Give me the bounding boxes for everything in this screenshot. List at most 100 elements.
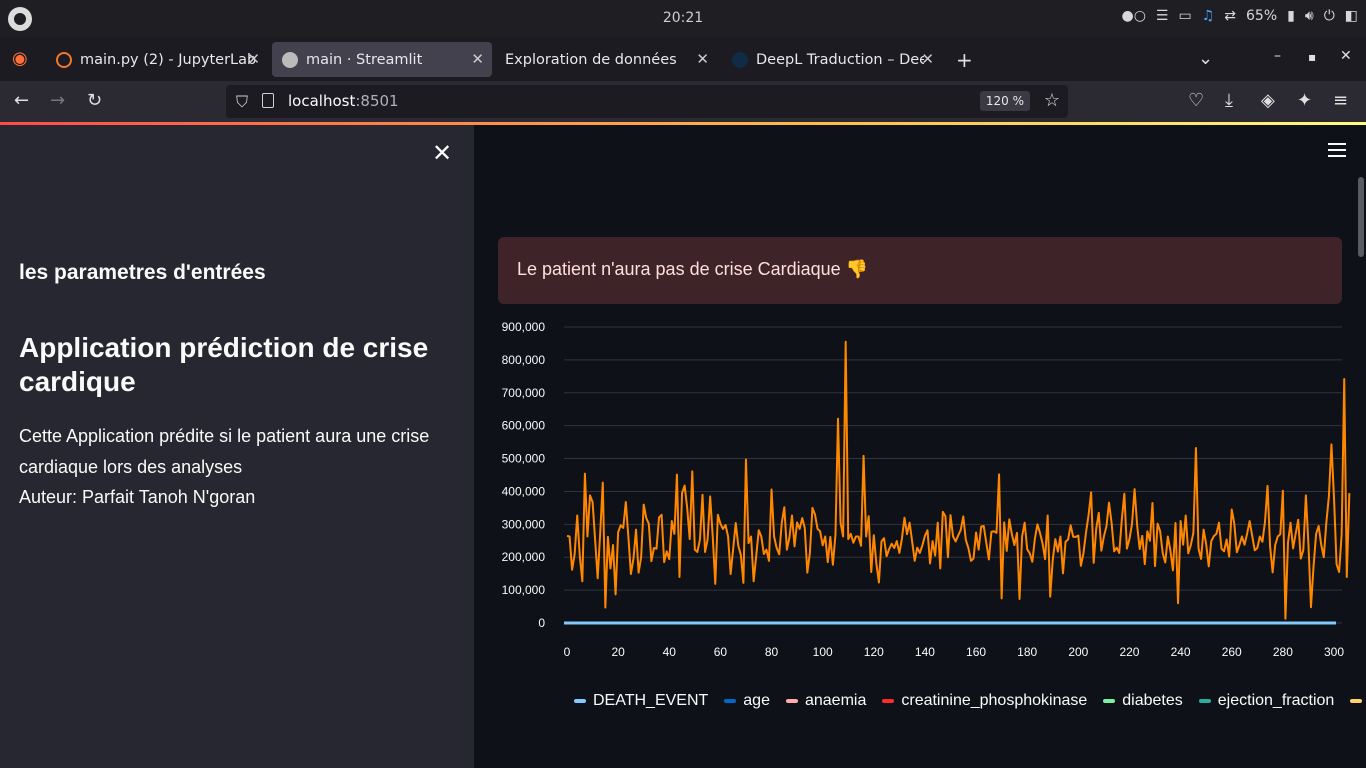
series-line-platelets xyxy=(566,340,1351,620)
url-text[interactable]: localhost:8501 xyxy=(288,92,399,110)
y-tick-label: 200,000 xyxy=(502,550,546,564)
legend-item[interactable] xyxy=(1350,692,1366,710)
menu-icon[interactable]: ☰ xyxy=(1156,8,1169,24)
x-tick-label: 160 xyxy=(966,645,986,659)
panel-collapse-icon[interactable]: ◧ xyxy=(1345,8,1358,24)
system-tray: ●○ ☰ ▭ ♫ ⇄ 65% ▮ 🔊︎ ⏻ ◧ xyxy=(1121,8,1358,24)
x-tick-label: 120 xyxy=(864,645,884,659)
minimize-icon[interactable]: – xyxy=(1274,48,1281,64)
x-tick-label: 20 xyxy=(611,645,625,659)
list-tabs-icon[interactable]: ⌄ xyxy=(1198,48,1213,69)
legend-swatch xyxy=(574,699,586,703)
app-menu-icon[interactable]: ≡ xyxy=(1333,90,1348,111)
legend-item[interactable]: DEATH_EVENT xyxy=(574,692,708,710)
x-tick-label: 40 xyxy=(663,645,677,659)
app-description: Cette Application prédite si le patient … xyxy=(19,421,459,513)
tab-label: DeepL Traduction – DeepL xyxy=(756,51,924,68)
y-tick-label: 100,000 xyxy=(502,583,546,597)
legend-label: creatinine_phosphokinase xyxy=(901,692,1088,709)
tab-deepl[interactable]: DeepL Traduction – DeepL ✕ xyxy=(722,42,942,77)
battery-icon[interactable]: ▮ xyxy=(1287,8,1295,24)
pocket-icon[interactable]: ♡ xyxy=(1188,90,1204,111)
workspace-indicator-icon[interactable]: ●○ xyxy=(1121,8,1145,24)
tab-close-icon[interactable]: ✕ xyxy=(921,50,934,68)
shield-icon[interactable]: ⛉ xyxy=(236,92,248,112)
legend-item[interactable]: anaemia xyxy=(785,692,866,710)
extension-off-icon[interactable]: ◈ xyxy=(1261,90,1275,111)
x-tick-label: 300 xyxy=(1324,645,1344,659)
y-tick-label: 700,000 xyxy=(502,386,546,400)
x-tick-label: 80 xyxy=(765,645,779,659)
legend-label: diabetes xyxy=(1122,692,1183,709)
legend-swatch xyxy=(1103,699,1116,703)
forward-icon[interactable]: → xyxy=(50,90,65,111)
legend-item[interactable]: creatinine_phosphokinase xyxy=(882,692,1087,710)
y-tick-label: 300,000 xyxy=(502,517,546,531)
jupyter-favicon-icon xyxy=(56,51,72,68)
legend-label: ejection_fraction xyxy=(1217,692,1335,709)
url-port: :8501 xyxy=(355,92,399,110)
x-tick-label: 220 xyxy=(1119,645,1139,659)
streamlit-sidebar: ✕ les parametres d'entrées Application p… xyxy=(0,125,474,768)
x-tick-label: 240 xyxy=(1171,645,1191,659)
tab-jupyterlab[interactable]: main.py (2) - JupyterLab ✕ xyxy=(46,42,268,77)
legend-item[interactable]: diabetes xyxy=(1103,692,1183,710)
x-tick-label: 0 xyxy=(564,645,571,659)
maximize-icon[interactable]: ▪ xyxy=(1308,50,1316,64)
sidebar-close-icon[interactable]: ✕ xyxy=(432,139,452,168)
streamlit-favicon-icon xyxy=(282,51,298,68)
new-tab-icon[interactable]: + xyxy=(956,48,973,72)
y-tick-label: 900,000 xyxy=(502,320,546,334)
description-text: Cette Application prédite si le patient … xyxy=(19,426,430,477)
back-icon[interactable]: ← xyxy=(14,90,29,111)
legend-swatch xyxy=(724,699,737,703)
download-icon[interactable]: ⤓ xyxy=(1225,90,1233,111)
tab-close-icon[interactable]: ✕ xyxy=(696,50,709,68)
streamlit-main: Le patient n'aura pas de crise Cardiaque… xyxy=(474,125,1366,768)
y-tick-label: 500,000 xyxy=(502,452,546,466)
y-tick-label: 0 xyxy=(538,616,545,630)
folder-icon[interactable]: ▭ xyxy=(1178,8,1191,24)
reload-icon[interactable]: ↻ xyxy=(87,90,102,111)
tab-label: main · Streamlit xyxy=(306,51,423,68)
url-bar[interactable]: ⛉ localhost:8501 120 % ☆ xyxy=(226,85,1068,118)
browser-nav-bar: ← → ↻ ⛉ localhost:8501 120 % ☆ ♡ ⤓ ◈ ✦ ≡ xyxy=(0,81,1366,122)
x-tick-label: 140 xyxy=(915,645,935,659)
legend-swatch xyxy=(1350,699,1363,703)
x-tick-label: 200 xyxy=(1068,645,1088,659)
y-tick-label: 600,000 xyxy=(502,419,546,433)
sidebar-params-heading: les parametres d'entrées xyxy=(19,261,266,284)
page-info-icon[interactable] xyxy=(262,93,274,108)
extensions-icon[interactable]: ✦ xyxy=(1297,90,1312,111)
line-chart: 0 100,000 200,000 300,000 400,000 500,000 600,… xyxy=(502,320,1351,659)
x-tick-label: 100 xyxy=(813,645,833,659)
x-tick-label: 280 xyxy=(1273,645,1293,659)
bookmark-star-icon[interactable]: ☆ xyxy=(1044,90,1060,111)
firefox-logo-icon[interactable]: ◉ xyxy=(12,48,28,69)
x-tick-label: 180 xyxy=(1017,645,1037,659)
network-icon[interactable]: ⇄ xyxy=(1224,8,1236,24)
legend-swatch xyxy=(785,699,798,703)
y-tick-label: 400,000 xyxy=(502,484,546,498)
tab-exploration[interactable]: Exploration de données ✕ xyxy=(495,42,717,77)
volume-icon[interactable]: 🔊︎ xyxy=(1305,8,1314,24)
legend-item[interactable]: ejection_fraction xyxy=(1198,692,1335,710)
close-window-icon[interactable]: ✕ xyxy=(1340,48,1352,64)
zoom-level-badge[interactable]: 120 % xyxy=(979,91,1030,111)
power-icon[interactable]: ⏻ xyxy=(1324,8,1335,24)
tab-close-icon[interactable]: ✕ xyxy=(247,50,260,68)
system-top-bar: 20:21 ●○ ☰ ▭ ♫ ⇄ 65% ▮ 🔊︎ ⏻ ◧ xyxy=(0,0,1366,38)
browser-tab-bar: ◉ main.py (2) - JupyterLab ✕ main · Stre… xyxy=(0,38,1366,81)
legend-swatch xyxy=(1198,699,1211,703)
tab-streamlit[interactable]: main · Streamlit ✕ xyxy=(272,42,492,77)
tab-label: Exploration de données xyxy=(505,51,677,68)
legend-label: DEATH_EVENT xyxy=(593,692,709,709)
deepl-favicon-icon xyxy=(732,51,748,68)
notification-bell-icon[interactable]: ♫ xyxy=(1202,8,1215,24)
url-host: localhost xyxy=(288,92,356,110)
battery-percent: 65% xyxy=(1246,8,1278,24)
legend-item[interactable]: age xyxy=(724,692,770,710)
x-tick-label: 60 xyxy=(714,645,728,659)
tab-close-icon[interactable]: ✕ xyxy=(471,50,484,68)
app-title: Application prédiction de crise cardique xyxy=(19,332,429,397)
